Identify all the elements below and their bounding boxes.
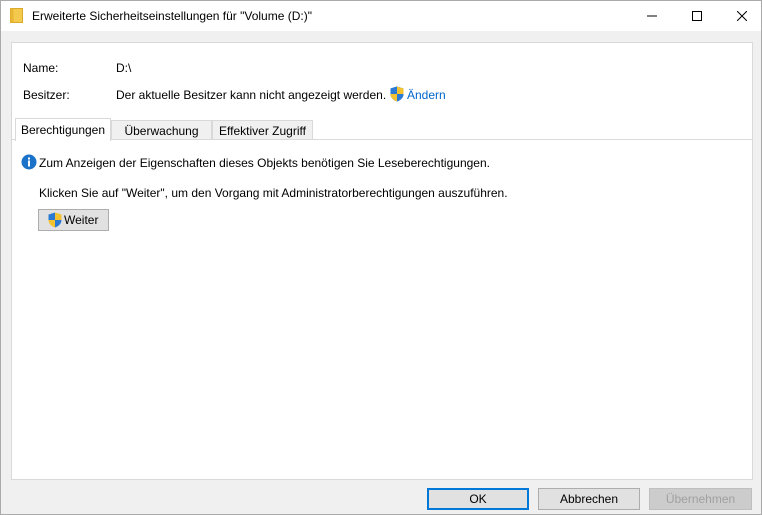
window-title: Erweiterte Sicherheitseinstellungen für … xyxy=(32,9,312,23)
folder-icon xyxy=(10,8,23,23)
maximize-icon xyxy=(692,11,702,21)
minimize-icon xyxy=(647,15,657,17)
tab-divider xyxy=(12,139,752,140)
apply-button[interactable]: Übernehmen xyxy=(649,488,752,510)
name-value: D:\ xyxy=(116,61,132,75)
info-icon xyxy=(21,154,37,170)
continue-button[interactable]: Weiter xyxy=(38,209,109,231)
uac-shield-icon xyxy=(48,212,62,228)
info-message: Zum Anzeigen der Eigenschaften dieses Ob… xyxy=(39,156,490,170)
tab-permissions[interactable]: Berechtigungen xyxy=(15,118,111,141)
name-label: Name: xyxy=(23,61,59,75)
instruction-text: Klicken Sie auf "Weiter", um den Vorgang… xyxy=(39,186,508,200)
close-icon xyxy=(737,11,747,21)
cancel-button[interactable]: Abbrechen xyxy=(538,488,640,510)
change-owner-link[interactable]: Ändern xyxy=(407,88,446,102)
main-panel: Name: D:\ Besitzer: Der aktuelle Besitze… xyxy=(11,42,753,480)
tab-effective-access[interactable]: Effektiver Zugriff xyxy=(212,120,313,140)
close-button[interactable] xyxy=(719,1,762,31)
minimize-button[interactable] xyxy=(629,1,675,31)
title-bar[interactable]: Erweiterte Sicherheitseinstellungen für … xyxy=(1,1,761,31)
uac-shield-icon xyxy=(390,86,404,102)
owner-label: Besitzer: xyxy=(23,88,70,102)
dialog-window: Erweiterte Sicherheitseinstellungen für … xyxy=(0,0,762,515)
tab-auditing[interactable]: Überwachung xyxy=(111,120,212,140)
continue-button-label: Weiter xyxy=(64,213,99,227)
ok-button[interactable]: OK xyxy=(427,488,529,510)
owner-value: Der aktuelle Besitzer kann nicht angezei… xyxy=(116,88,387,102)
maximize-button[interactable] xyxy=(674,1,720,31)
